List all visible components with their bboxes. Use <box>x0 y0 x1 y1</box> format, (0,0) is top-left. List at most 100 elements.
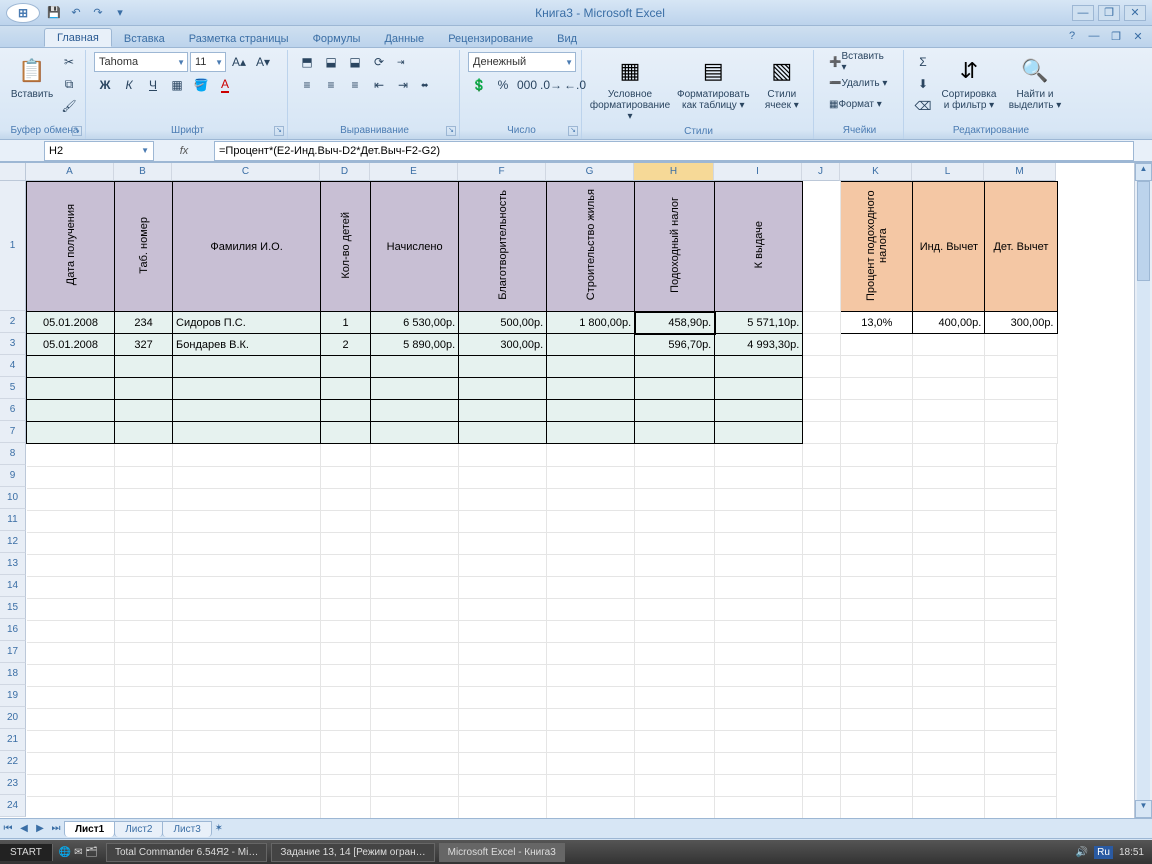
cell[interactable] <box>547 334 635 356</box>
insert-cells-button[interactable]: ➕ Вставить ▾ <box>822 52 897 72</box>
cell[interactable]: Бондарев В.К. <box>173 334 321 356</box>
cell[interactable] <box>115 532 173 554</box>
cell[interactable] <box>635 708 715 730</box>
row-header[interactable]: 9 <box>0 465 26 487</box>
cell[interactable] <box>985 774 1057 796</box>
cell[interactable] <box>173 444 321 466</box>
cell[interactable]: К выдаче <box>715 182 803 312</box>
cell[interactable] <box>547 664 635 686</box>
cell[interactable] <box>321 664 371 686</box>
cell[interactable] <box>635 422 715 444</box>
scroll-up-button[interactable]: ▲ <box>1135 163 1152 181</box>
cell[interactable] <box>803 576 841 598</box>
cell[interactable]: 400,00р. <box>913 312 985 334</box>
cell[interactable]: 500,00р. <box>459 312 547 334</box>
cell[interactable] <box>371 664 459 686</box>
restore-button[interactable]: ❐ <box>1098 5 1120 21</box>
merge-center-button[interactable]: ⬌ <box>416 75 434 95</box>
cell[interactable] <box>459 422 547 444</box>
cell[interactable] <box>115 708 173 730</box>
cell[interactable] <box>371 752 459 774</box>
cell[interactable] <box>985 664 1057 686</box>
cell[interactable]: Кол-во детей <box>321 182 371 312</box>
cell[interactable] <box>115 554 173 576</box>
cell[interactable] <box>459 466 547 488</box>
tab-insert[interactable]: Вставка <box>112 30 177 47</box>
cell[interactable] <box>321 642 371 664</box>
cell[interactable] <box>115 378 173 400</box>
cell[interactable] <box>115 598 173 620</box>
cell[interactable] <box>459 664 547 686</box>
cell[interactable] <box>27 356 115 378</box>
cell[interactable] <box>803 752 841 774</box>
cell[interactable] <box>371 422 459 444</box>
cell[interactable] <box>173 620 321 642</box>
row-header[interactable]: 22 <box>0 751 26 773</box>
cell[interactable]: Дата получения <box>27 182 115 312</box>
cell[interactable] <box>547 488 635 510</box>
cell[interactable] <box>173 422 321 444</box>
cell[interactable]: Благотворительность <box>459 182 547 312</box>
cell[interactable] <box>635 686 715 708</box>
cell[interactable] <box>803 444 841 466</box>
format-cells-button[interactable]: ▦ Формат ▾ <box>822 94 889 114</box>
cell[interactable] <box>985 488 1057 510</box>
cell[interactable] <box>803 378 841 400</box>
cell[interactable] <box>715 752 803 774</box>
name-box[interactable]: H2▼ <box>44 141 154 161</box>
cell[interactable]: Подоходный налог <box>635 182 715 312</box>
new-sheet-button[interactable]: ✶ <box>211 821 227 837</box>
cell[interactable] <box>459 378 547 400</box>
row-header[interactable]: 7 <box>0 421 26 443</box>
increase-decimal-button[interactable]: .0→ <box>540 75 562 95</box>
cell[interactable] <box>985 686 1057 708</box>
cell[interactable] <box>803 620 841 642</box>
cell[interactable] <box>635 532 715 554</box>
cell[interactable] <box>459 400 547 422</box>
paste-button[interactable]: 📋 Вставить <box>10 52 54 103</box>
cell[interactable] <box>635 488 715 510</box>
cell[interactable] <box>841 400 913 422</box>
cut-button[interactable]: ✂ <box>58 52 80 72</box>
cell[interactable] <box>635 356 715 378</box>
cell[interactable]: 300,00р. <box>985 312 1057 334</box>
cell[interactable] <box>985 466 1057 488</box>
cell[interactable]: 13,0% <box>841 312 913 334</box>
cell[interactable] <box>459 598 547 620</box>
cell[interactable] <box>547 686 635 708</box>
cell[interactable] <box>635 642 715 664</box>
cell[interactable] <box>115 356 173 378</box>
sort-filter-button[interactable]: ⇵ Сортировка и фильтр ▾ <box>938 52 1000 114</box>
cell[interactable] <box>115 576 173 598</box>
cell[interactable] <box>841 488 913 510</box>
cell[interactable] <box>115 510 173 532</box>
cell[interactable] <box>715 444 803 466</box>
cell[interactable] <box>27 576 115 598</box>
decrease-indent-button[interactable]: ⇤ <box>368 75 390 95</box>
number-launcher[interactable]: ↘ <box>568 126 578 136</box>
cell[interactable] <box>803 642 841 664</box>
cell[interactable] <box>803 598 841 620</box>
cell[interactable] <box>715 642 803 664</box>
scroll-thumb[interactable] <box>1137 181 1150 281</box>
col-header[interactable]: J <box>802 163 840 181</box>
cell[interactable] <box>321 554 371 576</box>
cell[interactable]: Начислено <box>371 182 459 312</box>
cell[interactable] <box>715 686 803 708</box>
col-header[interactable]: K <box>840 163 912 181</box>
cell[interactable] <box>913 708 985 730</box>
row-header[interactable]: 3 <box>0 333 26 355</box>
cell[interactable] <box>371 488 459 510</box>
cell[interactable] <box>841 466 913 488</box>
cell[interactable] <box>985 752 1057 774</box>
sheet-nav-prev[interactable]: ◀ <box>16 821 32 837</box>
cell[interactable] <box>803 664 841 686</box>
taskbar-item[interactable]: Microsoft Excel - Книга3 <box>439 843 565 862</box>
cell[interactable] <box>115 730 173 752</box>
cell[interactable] <box>985 708 1057 730</box>
cell[interactable] <box>715 620 803 642</box>
cell[interactable] <box>803 466 841 488</box>
cell[interactable] <box>173 378 321 400</box>
grow-font-button[interactable]: A▴ <box>228 52 250 72</box>
cell[interactable] <box>115 642 173 664</box>
